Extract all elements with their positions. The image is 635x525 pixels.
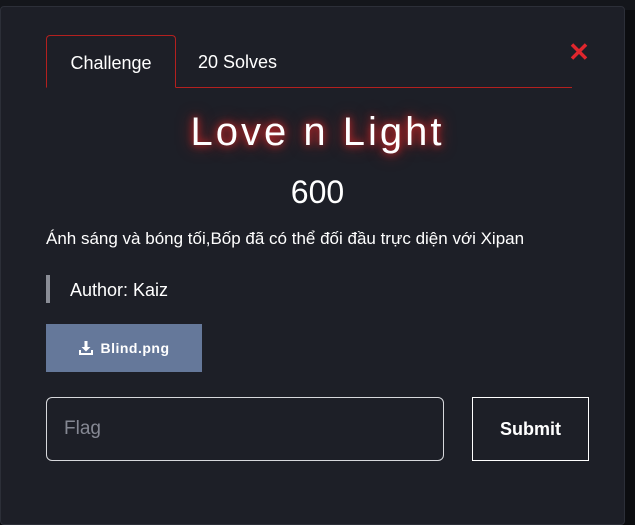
flag-input[interactable] xyxy=(46,397,444,461)
challenge-title: Love n Light xyxy=(190,110,445,154)
download-file-button[interactable]: Blind.png xyxy=(46,324,202,372)
challenge-tabs: Challenge 20 Solves xyxy=(46,35,572,88)
challenge-points: 600 xyxy=(290,174,345,210)
tab-challenge[interactable]: Challenge xyxy=(46,35,176,88)
challenge-author: Author: Kaiz xyxy=(46,275,168,303)
file-name: Blind.png xyxy=(100,340,170,356)
submit-button[interactable]: Submit xyxy=(472,397,589,461)
download-icon xyxy=(79,341,94,355)
close-icon[interactable]: ✕ xyxy=(568,39,590,65)
challenge-description: Ánh sáng và bóng tối,Bốp đã có thể đối đ… xyxy=(46,229,525,248)
tab-solves[interactable]: 20 Solves xyxy=(198,35,298,87)
